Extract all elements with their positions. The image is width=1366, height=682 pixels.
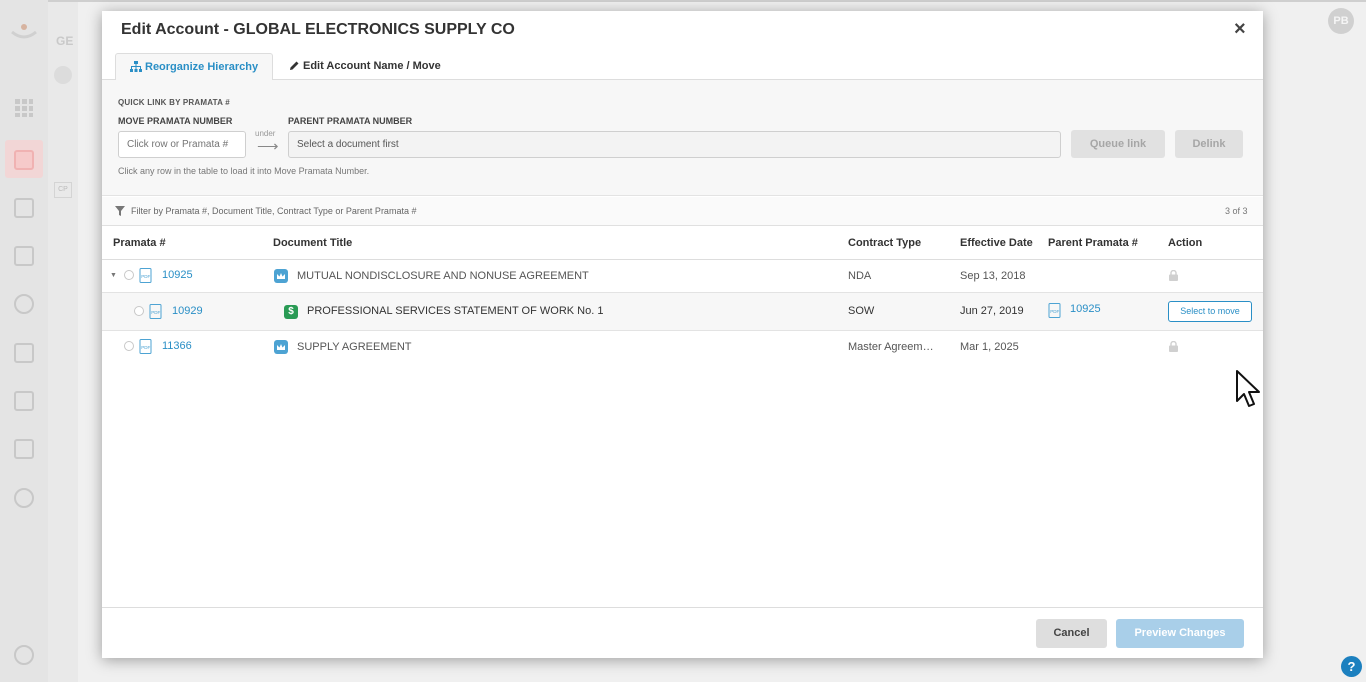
pdf-icon: PDF bbox=[149, 304, 162, 319]
pdf-icon: PDF bbox=[139, 339, 152, 354]
tab-label: Reorganize Hierarchy bbox=[145, 61, 259, 73]
document-upload-icon[interactable] bbox=[14, 198, 34, 218]
move-pramata-input[interactable] bbox=[118, 131, 246, 158]
table-row[interactable]: ▼ PDF 10925 MUTUAL NONDISCLOSURE AND NON… bbox=[102, 260, 1263, 293]
svg-text:PDF: PDF bbox=[141, 345, 150, 350]
sitemap-icon bbox=[130, 61, 142, 72]
app-sidebar bbox=[0, 0, 48, 682]
preview-changes-button[interactable]: Preview Changes bbox=[1116, 619, 1244, 648]
filter-input[interactable]: Filter by Pramata #, Document Title, Con… bbox=[131, 206, 416, 216]
quick-link-panel: QUICK LINK BY PRAMATA # MOVE PRAMATA NUM… bbox=[102, 80, 1263, 196]
row-radio[interactable] bbox=[124, 341, 134, 351]
modal-footer: Cancel Preview Changes bbox=[102, 607, 1263, 658]
filter-count: 3 of 3 bbox=[1225, 206, 1248, 216]
document-icon[interactable] bbox=[14, 391, 34, 411]
pdf-icon: PDF bbox=[1048, 303, 1061, 318]
svg-text:PDF: PDF bbox=[141, 274, 150, 279]
modal-tabs: Reorganize Hierarchy Edit Account Name /… bbox=[102, 53, 1263, 81]
building-icon[interactable] bbox=[14, 150, 34, 170]
cancel-button[interactable]: Cancel bbox=[1036, 619, 1107, 648]
modal-title: Edit Account - GLOBAL ELECTRONICS SUPPLY… bbox=[121, 21, 515, 38]
background-cp-badge: CP bbox=[54, 182, 72, 198]
pramata-link[interactable]: 10925 bbox=[162, 269, 193, 281]
pencil-icon bbox=[290, 61, 299, 70]
lock-icon bbox=[1169, 270, 1178, 281]
background-section-code: GE bbox=[56, 34, 74, 48]
crown-icon bbox=[274, 269, 288, 283]
lock-icon bbox=[1169, 341, 1178, 352]
edit-account-modal: Edit Account - GLOBAL ELECTRONICS SUPPLY… bbox=[102, 11, 1263, 658]
document-chart-icon[interactable] bbox=[14, 343, 34, 363]
contract-type: Master Agreem… bbox=[848, 341, 934, 353]
document-sign-icon[interactable] bbox=[14, 439, 34, 459]
help-button[interactable]: ? bbox=[1341, 656, 1362, 677]
effective-date: Mar 1, 2025 bbox=[960, 341, 1019, 353]
header-parent-pramata[interactable]: Parent Pramata # bbox=[1048, 237, 1138, 249]
pdf-icon: PDF bbox=[139, 268, 152, 283]
quick-link-title: QUICK LINK BY PRAMATA # bbox=[118, 98, 230, 107]
table-row[interactable]: PDF 10929 $ PROFESSIONAL SERVICES STATEM… bbox=[102, 293, 1263, 331]
queue-link-button[interactable]: Queue link bbox=[1071, 130, 1165, 158]
row-radio[interactable] bbox=[134, 306, 144, 316]
header-document-title[interactable]: Document Title bbox=[273, 237, 352, 249]
effective-date: Sep 13, 2018 bbox=[960, 270, 1026, 282]
delink-button[interactable]: Delink bbox=[1175, 130, 1243, 158]
pramata-link[interactable]: 10929 bbox=[172, 305, 203, 317]
app-logo-icon bbox=[11, 24, 37, 39]
document-edit-icon[interactable] bbox=[14, 246, 34, 266]
document-title: PROFESSIONAL SERVICES STATEMENT OF WORK … bbox=[307, 305, 604, 317]
atom-icon[interactable] bbox=[14, 294, 34, 314]
svg-text:PDF: PDF bbox=[1050, 309, 1059, 314]
parent-pramata-label: PARENT PRAMATA NUMBER bbox=[288, 116, 413, 126]
user-avatar[interactable]: PB bbox=[1328, 8, 1354, 34]
header-effective-date[interactable]: Effective Date bbox=[960, 237, 1033, 249]
document-title: SUPPLY AGREEMENT bbox=[297, 341, 412, 353]
mouse-cursor-icon bbox=[1236, 370, 1260, 407]
header-action: Action bbox=[1168, 237, 1203, 249]
move-pramata-label: MOVE PRAMATA NUMBER bbox=[118, 116, 233, 126]
parent-pramata-link[interactable]: 10925 bbox=[1070, 303, 1101, 315]
header-pramata[interactable]: Pramata # bbox=[113, 237, 166, 249]
table-row[interactable]: PDF 11366 SUPPLY AGREEMENT Master Agreem… bbox=[102, 331, 1263, 363]
robot-icon[interactable] bbox=[14, 488, 34, 508]
crown-icon bbox=[274, 340, 288, 354]
tab-reorganize-hierarchy[interactable]: Reorganize Hierarchy bbox=[115, 53, 274, 81]
parent-pramata-select[interactable]: Select a document first bbox=[288, 131, 1061, 158]
dollar-icon: $ bbox=[284, 305, 298, 319]
filter-icon bbox=[115, 206, 125, 216]
grid-icon[interactable] bbox=[14, 98, 34, 118]
settings-gear-icon[interactable] bbox=[14, 645, 34, 665]
header-contract-type[interactable]: Contract Type bbox=[848, 237, 921, 249]
select-to-move-button[interactable]: Select to move bbox=[1168, 301, 1252, 322]
pramata-link[interactable]: 11366 bbox=[162, 340, 192, 352]
contract-type: SOW bbox=[848, 305, 875, 317]
collapse-caret-icon[interactable]: ▼ bbox=[110, 272, 117, 279]
document-title: MUTUAL NONDISCLOSURE AND NONUSE AGREEMEN… bbox=[297, 270, 589, 282]
background-play-icon bbox=[54, 66, 72, 84]
svg-text:PDF: PDF bbox=[151, 310, 160, 315]
table-header: Pramata # Document Title Contract Type E… bbox=[102, 227, 1263, 260]
close-icon[interactable]: × bbox=[1234, 19, 1246, 39]
tab-edit-account-name[interactable]: Edit Account Name / Move bbox=[275, 53, 455, 80]
quick-link-hint: Click any row in the table to load it in… bbox=[118, 166, 370, 176]
tab-label: Edit Account Name / Move bbox=[303, 60, 441, 72]
arrow-right-icon: ⟶ bbox=[257, 138, 279, 155]
filter-bar[interactable]: Filter by Pramata #, Document Title, Con… bbox=[102, 197, 1263, 226]
contract-type: NDA bbox=[848, 270, 872, 282]
effective-date: Jun 27, 2019 bbox=[960, 305, 1024, 317]
row-radio[interactable] bbox=[124, 270, 134, 280]
